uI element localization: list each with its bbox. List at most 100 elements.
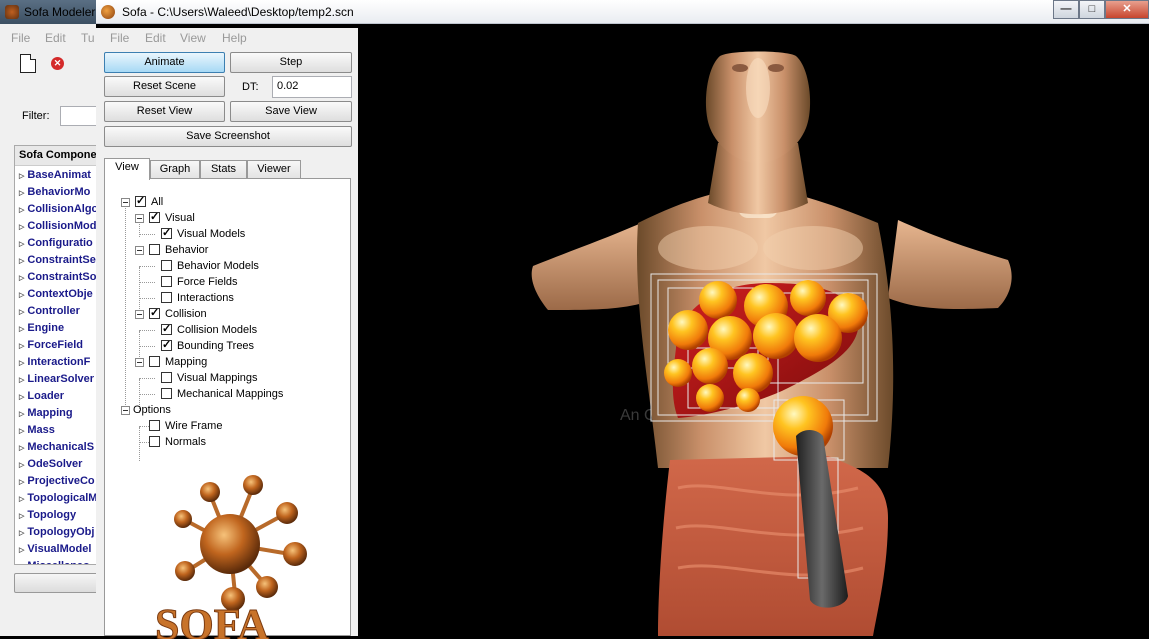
menu-help[interactable]: Help <box>222 31 247 45</box>
reset-scene-button[interactable]: Reset Scene <box>104 76 225 97</box>
sofa-app-icon <box>101 5 115 19</box>
filter-label: Filter: <box>22 110 50 122</box>
component-category-item[interactable]: Mapping <box>15 405 98 422</box>
3d-viewer[interactable]: An Op on <box>358 48 1149 636</box>
collapse-behavior-toggle[interactable] <box>135 246 144 255</box>
collision-label: Collision <box>165 308 207 320</box>
component-category-item[interactable]: Configuratio <box>15 235 98 252</box>
save-view-button[interactable]: Save View <box>230 101 352 122</box>
main-titlebar[interactable]: Sofa - C:\Users\Waleed\Desktop/temp2.scn… <box>96 0 1149 24</box>
interactions-checkbox[interactable] <box>161 292 172 303</box>
component-category-item[interactable]: OdeSolver <box>15 456 98 473</box>
tree-line <box>125 203 126 413</box>
normals-label: Normals <box>165 436 206 448</box>
tree-line <box>139 394 155 395</box>
modeler-menu-file[interactable]: File <box>11 31 30 45</box>
visual-models-checkbox[interactable] <box>161 226 172 240</box>
mapping-checkbox[interactable] <box>149 356 160 367</box>
component-category-item[interactable]: ConstraintSo <box>15 269 98 286</box>
collision-models-checkbox[interactable] <box>161 322 172 336</box>
components-tree-header: Sofa Compone <box>15 146 109 166</box>
collapse-options-toggle[interactable] <box>121 406 130 415</box>
menu-edit[interactable]: Edit <box>145 31 166 45</box>
modeler-menu-tu[interactable]: Tu <box>81 31 95 45</box>
component-category-item[interactable]: MechanicalS <box>15 439 98 456</box>
component-category-item[interactable]: Miscellaneo <box>15 558 98 564</box>
save-screenshot-button[interactable]: Save Screenshot <box>104 126 352 147</box>
component-category-item[interactable]: InteractionF <box>15 354 98 371</box>
mapping-label: Mapping <box>165 356 208 368</box>
behavior-models-checkbox[interactable] <box>161 260 172 271</box>
view-tab-pane: All Visual Visual Models Behavior Behavi… <box>104 178 351 639</box>
component-category-item[interactable]: CollisionMod <box>15 218 98 235</box>
collapse-collision-toggle[interactable] <box>135 310 144 319</box>
normals-checkbox[interactable] <box>149 436 160 447</box>
maximize-button[interactable]: □ <box>1079 0 1105 19</box>
modeler-menu-edit[interactable]: Edit <box>45 31 66 45</box>
component-category-item[interactable]: Controller <box>15 303 98 320</box>
tab-view[interactable]: View <box>104 158 150 180</box>
modeler-menubar: File Edit Tu <box>0 28 110 48</box>
options-label: Options <box>133 404 171 416</box>
new-document-icon[interactable] <box>20 54 36 73</box>
components-list: BaseAnimatBehaviorMoCollisionAlgoCollisi… <box>15 167 98 564</box>
reset-view-button[interactable]: Reset View <box>104 101 225 122</box>
tab-stats[interactable]: Stats <box>200 160 247 179</box>
visual-label: Visual <box>165 212 195 224</box>
component-category-item[interactable]: ProjectiveCo <box>15 473 98 490</box>
close-document-icon[interactable]: ✕ <box>51 57 64 70</box>
visual-checkbox[interactable] <box>149 210 160 224</box>
tab-viewer[interactable]: Viewer <box>247 160 301 179</box>
all-label: All <box>151 196 164 208</box>
component-category-item[interactable]: Mass <box>15 422 98 439</box>
component-category-item[interactable]: VisualModel <box>15 541 98 558</box>
main-window-title: Sofa - C:\Users\Waleed\Desktop/temp2.scn <box>122 5 354 19</box>
collapse-mapping-toggle[interactable] <box>135 358 144 367</box>
bounding-trees-checkbox[interactable] <box>161 338 172 352</box>
tree-item-options[interactable]: Options <box>133 403 171 417</box>
step-button[interactable]: Step <box>230 52 352 73</box>
dt-label: DT: <box>242 81 259 93</box>
component-category-item[interactable]: BaseAnimat <box>15 167 98 184</box>
wire-frame-checkbox[interactable] <box>149 420 160 431</box>
force-fields-checkbox[interactable] <box>161 276 172 287</box>
bounding-trees-label: Bounding Trees <box>177 340 255 352</box>
interactions-label: Interactions <box>177 292 234 304</box>
component-category-item[interactable]: TopologicalM <box>15 490 98 507</box>
component-category-item[interactable]: CollisionAlgo <box>15 201 98 218</box>
animate-button[interactable]: Animate <box>104 52 225 73</box>
tree-line <box>139 266 155 267</box>
component-category-item[interactable]: LinearSolver <box>15 371 98 388</box>
component-category-item[interactable]: Engine <box>15 320 98 337</box>
modeler-titlebar[interactable]: Sofa Modeler <box>0 0 110 24</box>
behavior-models-label: Behavior Models <box>177 260 259 272</box>
tab-graph[interactable]: Graph <box>150 160 200 179</box>
intestines <box>658 456 888 636</box>
component-category-item[interactable]: Loader <box>15 388 98 405</box>
mechanical-mappings-label: Mechanical Mappings <box>177 388 284 400</box>
dt-input[interactable]: 0.02 <box>272 76 352 98</box>
menu-view[interactable]: View <box>180 31 206 45</box>
component-category-item[interactable]: BehaviorMo <box>15 184 98 201</box>
behavior-checkbox[interactable] <box>149 244 160 255</box>
component-category-item[interactable]: ForceField <box>15 337 98 354</box>
tree-line <box>139 427 140 461</box>
visual-mappings-checkbox[interactable] <box>161 372 172 383</box>
all-checkbox[interactable] <box>135 194 146 208</box>
component-category-item[interactable]: Topology <box>15 507 98 524</box>
collapse-all-toggle[interactable] <box>121 198 130 207</box>
collision-models-label: Collision Models <box>177 324 258 336</box>
behavior-label: Behavior <box>165 244 209 256</box>
minimize-button[interactable]: — <box>1053 0 1079 19</box>
component-category-item[interactable]: ConstraintSe <box>15 252 98 269</box>
collapse-visual-toggle[interactable] <box>135 214 144 223</box>
viewer-scene: An Op on <box>531 51 1012 636</box>
component-category-item[interactable]: ContextObje <box>15 286 98 303</box>
menu-file[interactable]: File <box>110 31 129 45</box>
collision-checkbox[interactable] <box>149 306 160 320</box>
modeler-title: Sofa Modeler <box>24 5 96 19</box>
component-category-item[interactable]: TopologyObj <box>15 524 98 541</box>
window-controls: — □ ✕ <box>1053 0 1149 20</box>
mechanical-mappings-checkbox[interactable] <box>161 388 172 399</box>
close-button[interactable]: ✕ <box>1105 0 1149 19</box>
